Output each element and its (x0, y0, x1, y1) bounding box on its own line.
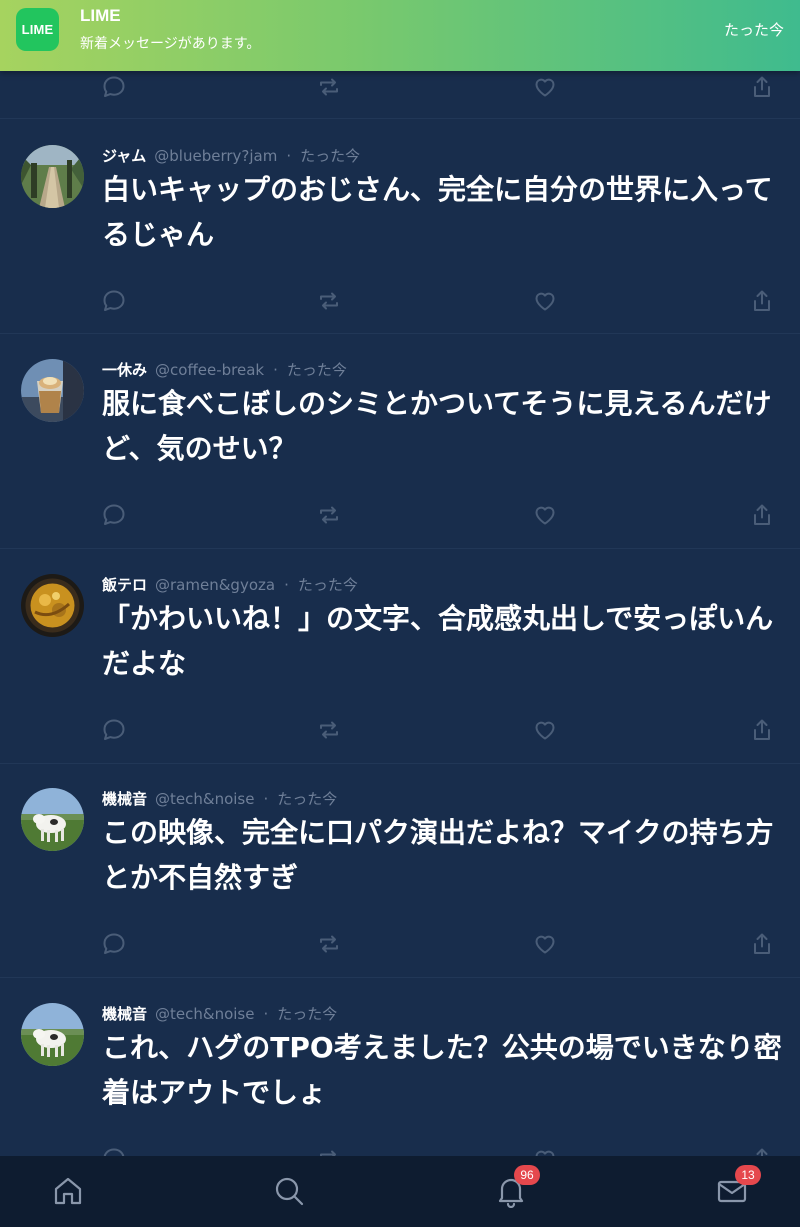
share-icon[interactable] (749, 502, 775, 528)
divider (0, 977, 800, 978)
post-meta: 一休み @coffee-break · たった今 (102, 361, 347, 379)
divider (0, 548, 800, 549)
like-icon[interactable] (532, 74, 558, 100)
repost-icon[interactable] (316, 288, 342, 314)
like-icon[interactable] (532, 288, 558, 314)
avatar[interactable] (21, 1003, 84, 1066)
author-handle[interactable]: @tech&noise (155, 1005, 254, 1023)
reply-icon[interactable] (101, 288, 127, 314)
post-time: たった今 (297, 576, 358, 594)
search-icon[interactable] (272, 1174, 306, 1208)
reply-icon[interactable] (101, 502, 127, 528)
messages-badge: 13 (735, 1165, 761, 1185)
lime-app-icon: LIME (16, 8, 59, 51)
post-item[interactable]: 飯テロ @ramen&gyoza · たった今 「かわいいね！」の文字、合成感丸出しで… (0, 574, 800, 788)
post-actions (0, 74, 800, 104)
post-actions (0, 931, 800, 961)
notification-time: たった今 (723, 21, 784, 39)
post-item[interactable]: 一休み @coffee-break · たった今 服に食べこぼしのシミとかついてそうに… (0, 359, 800, 573)
repost-icon[interactable] (316, 502, 342, 528)
divider (0, 333, 800, 334)
post-item[interactable]: 機械音 @tech&noise · たった今 この映像、完全に口パク演出だよね？マイク… (0, 788, 800, 1002)
reply-icon[interactable] (101, 717, 127, 743)
author-handle[interactable]: @ramen&gyoza (155, 576, 275, 594)
share-icon[interactable] (749, 717, 775, 743)
notifications-bell-icon[interactable]: 96 (494, 1165, 540, 1209)
notification-message: 新着メッセージがあります。 (80, 36, 261, 52)
avatar[interactable] (21, 145, 84, 208)
post-text: 服に食べこぼしのシミとかついてそうに見えるんだけど、気のせい？ (102, 387, 772, 465)
post-actions (0, 288, 800, 318)
avatar[interactable] (21, 788, 84, 851)
author-name[interactable]: 一休み (102, 361, 147, 379)
author-name[interactable]: 機械音 (102, 1005, 147, 1023)
author-handle[interactable]: @blueberry?jam (154, 147, 277, 165)
like-icon[interactable] (532, 931, 558, 957)
post-time: たった今 (277, 1005, 338, 1023)
like-icon[interactable] (532, 502, 558, 528)
post-text: 「かわいいね！」の文字、合成感丸出しで安っぽいんだよな (102, 602, 774, 680)
home-icon[interactable] (51, 1174, 85, 1208)
post-time: たった今 (300, 147, 361, 165)
post-actions (0, 717, 800, 747)
reply-icon[interactable] (101, 931, 127, 957)
post-time: たった今 (277, 790, 338, 808)
divider (0, 118, 800, 119)
bottom-nav: 96 13 (0, 1156, 800, 1227)
post-time: たった今 (286, 361, 347, 379)
notification-banner[interactable]: LIME LIME 新着メッセージがあります。 たった今 (0, 0, 800, 71)
notifications-badge: 96 (514, 1165, 540, 1185)
messages-mail-icon[interactable]: 13 (715, 1165, 761, 1208)
author-handle[interactable]: @coffee-break (155, 361, 264, 379)
repost-icon[interactable] (316, 931, 342, 957)
post-meta: 機械音 @tech&noise · たった今 (102, 1005, 338, 1023)
author-handle[interactable]: @tech&noise (155, 790, 254, 808)
like-icon[interactable] (532, 717, 558, 743)
repost-icon[interactable] (316, 717, 342, 743)
post-text: これ、ハグのTPO考えました？公共の場でいきなり密着はアウトでしょ (102, 1031, 782, 1109)
author-name[interactable]: 機械音 (102, 790, 147, 808)
reply-icon[interactable] (101, 74, 127, 100)
post-meta: 飯テロ @ramen&gyoza · たった今 (102, 576, 358, 594)
post-meta: ジャム @blueberry?jam · たった今 (102, 147, 361, 165)
author-name[interactable]: ジャム (102, 147, 146, 165)
avatar[interactable] (21, 574, 84, 637)
post-item[interactable]: ジャム @blueberry?jam · たった今 白いキャップのおじさん、完全に自分… (0, 145, 800, 359)
notification-app-name: LIME (80, 6, 121, 25)
share-icon[interactable] (749, 74, 775, 100)
post-text: 白いキャップのおじさん、完全に自分の世界に入ってるじゃん (102, 173, 773, 251)
post-text: この映像、完全に口パク演出だよね？マイクの持ち方とか不自然すぎ (102, 816, 774, 894)
repost-icon[interactable] (316, 74, 342, 100)
divider (0, 763, 800, 764)
author-name[interactable]: 飯テロ (102, 576, 147, 594)
post-actions (0, 502, 800, 532)
share-icon[interactable] (749, 931, 775, 957)
share-icon[interactable] (749, 288, 775, 314)
post-meta: 機械音 @tech&noise · たった今 (102, 790, 338, 808)
avatar[interactable] (21, 359, 84, 422)
